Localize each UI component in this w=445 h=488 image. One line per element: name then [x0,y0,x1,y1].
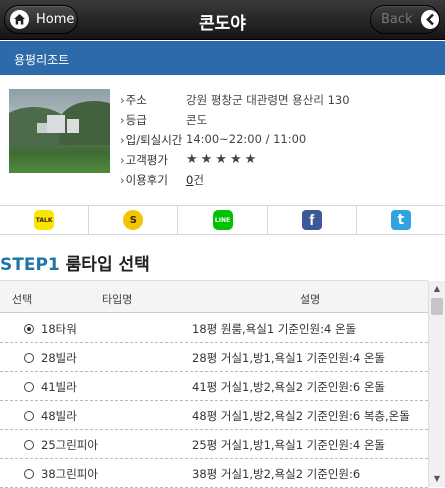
info-value: 콘도 [186,113,208,127]
step-number: STEP1 [0,255,60,275]
room-description: 41평 거실1,방2,욕실2 기준인원:6 온돌 [192,380,386,394]
share-facebook-button[interactable]: f [268,206,357,234]
share-bar: TALK S LINE f t [0,205,445,235]
room-description: 38평 거실1,방2,욕실2 기준인원:6 [192,467,361,481]
table-row[interactable]: 18타워 18평 원룸,욕실1 기준인원:4 온돌 [0,314,428,343]
room-type-name: 25그린피아 [41,438,98,452]
table-row[interactable]: 38그린피아 38평 거실1,방2,욕실2 기준인원:6 [0,459,428,488]
room-description: 28평 거실1,방1,욕실1 기준인원:4 온돌 [192,351,386,365]
info-row-grade: 등급 콘도 [120,112,350,132]
share-twitter-button[interactable]: t [357,206,445,234]
column-header-type: 타입명 [102,293,133,306]
info-key: 고객평가 [120,152,186,172]
room-type-name: 48빌라 [41,409,77,423]
room-radio[interactable] [24,469,34,479]
share-kakaostory-button[interactable]: S [89,206,179,234]
room-description: 18평 원룸,욕실1 기준인원:4 온돌 [192,322,357,336]
room-description: 25평 거실1,방1,욕실1 기준인원:4 온돌 [192,438,386,452]
column-header-select: 선택 [12,293,33,306]
resort-name-bar: 용평리조트 [0,41,445,75]
info-value: 강원 평창군 대관령면 용산리 130 [186,93,350,107]
step-heading: STEP1 룸타입 선택 [0,250,150,275]
step-title: 룸타입 선택 [65,255,150,275]
info-row-reviews: 이용후기 0건 [120,172,350,192]
back-button[interactable]: Back [370,5,440,34]
info-value: 0건 [186,172,204,192]
room-table-header: 선택 타입명 설명 [0,280,428,313]
room-type-name: 38그린피아 [41,467,98,481]
top-navigation-bar: Home 콘도야 Back [0,0,445,40]
review-count-unit: 건 [193,173,204,187]
room-radio[interactable] [24,324,34,334]
room-type-name: 28빌라 [41,351,77,365]
room-type-name: 18타워 [41,322,77,336]
info-key: 주소 [120,92,186,112]
table-scrollbar[interactable]: ▲ ▼ [428,281,445,487]
column-header-desc: 설명 [300,293,321,306]
room-radio[interactable] [24,382,34,392]
room-description: 48평 거실1,방2,욕실2 기준인원:6 복층,온돌 [192,409,410,423]
star-rating: ★★★★★ [186,152,260,167]
resort-name: 용평리조트 [14,53,70,67]
share-line-button[interactable]: LINE [178,206,268,234]
kakaostory-icon: S [123,210,144,230]
table-row[interactable]: 48빌라 48평 거실1,방2,욕실2 기준인원:6 복층,온돌 [0,401,428,430]
room-radio[interactable] [24,353,34,363]
room-type-name: 41빌라 [41,380,77,394]
info-key: 등급 [120,112,186,132]
table-row[interactable]: 25그린피아 25평 거실1,방1,욕실1 기준인원:4 온돌 [0,430,428,459]
twitter-icon: t [390,210,411,230]
kakaotalk-icon: TALK [34,210,55,230]
info-row-checkin: 입/퇴실시간 14:00~22:00 / 11:00 [120,132,350,152]
info-key: 입/퇴실시간 [120,132,186,152]
share-kakaotalk-button[interactable]: TALK [0,206,90,234]
facebook-icon: f [301,210,322,230]
resort-info: 주소 강원 평창군 대관령면 용산리 130 등급 콘도 입/퇴실시간 14:0… [120,92,350,192]
scroll-up-arrow-icon[interactable]: ▲ [429,281,445,297]
scrollbar-thumb[interactable] [431,298,443,315]
line-icon: LINE [212,210,233,230]
chevron-left-icon [420,10,439,29]
table-row[interactable]: 28빌라 28평 거실1,방1,욕실1 기준인원:4 온돌 [0,343,428,372]
info-key: 이용후기 [120,172,186,192]
info-row-rating: 고객평가 ★★★★★ [120,152,350,172]
table-row[interactable]: 41빌라 41평 거실1,방2,욕실2 기준인원:6 온돌 [0,372,428,401]
scroll-down-arrow-icon[interactable]: ▼ [429,471,445,487]
room-radio[interactable] [24,411,34,421]
info-row-address: 주소 강원 평창군 대관령면 용산리 130 [120,92,350,112]
room-radio[interactable] [24,440,34,450]
resort-photo [9,89,110,173]
info-value: 14:00~22:00 / 11:00 [186,132,307,146]
back-label: Back [381,12,413,27]
